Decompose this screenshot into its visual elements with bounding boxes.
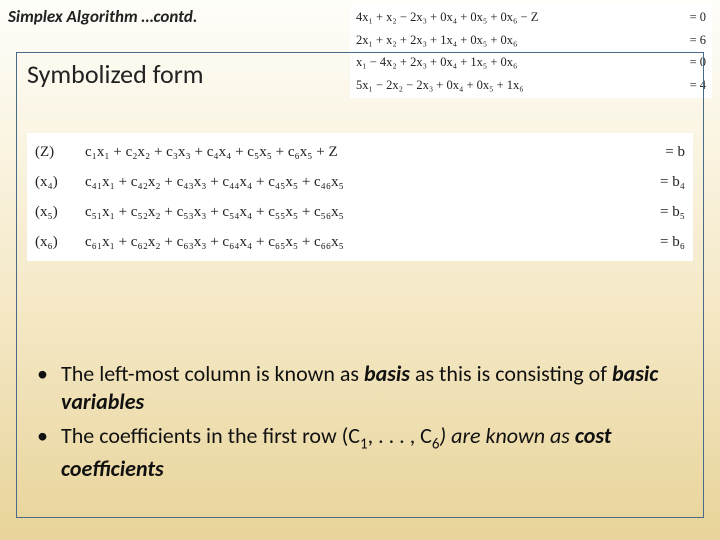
sym-rhs: = b₅ (630, 197, 685, 227)
symbolized-row: (x₆) c₆₁x₁ + c₆₂x₂ + c₆₃x₃ + c₆₄x₄ + c₆₅… (35, 227, 685, 257)
sym-expr: c₅₁x₁ + c₅₂x₂ + c₅₃x₃ + c₅₄x₄ + c₅₅x₅ + … (85, 197, 630, 227)
note-text: The coefficients in the first row (C1, .… (61, 422, 683, 483)
bullet-icon: • (37, 360, 61, 416)
note-fragment: , . . . , C (368, 422, 432, 449)
bullet-icon: • (37, 422, 61, 483)
subheading: Symbolized form (27, 58, 204, 90)
sym-rhs: = b (630, 137, 685, 167)
note-item: • The left-most column is known as basis… (37, 360, 683, 416)
note-sub: 1 (360, 436, 368, 454)
top-eq-lhs: 4x₁ + x₂ − 2x₃ + 0x₄ + 0x₅ + 0x₆ − Z (356, 6, 538, 29)
note-text: The left-most column is known as basis a… (61, 360, 683, 416)
top-eq-row: 2x₁ + x₂ + 2x₃ + 1x₄ + 0x₅ + 0x₆ = 6 (356, 29, 706, 52)
slide: Simplex Algorithm …contd. 4x₁ + x₂ − 2x₃… (0, 0, 720, 540)
note-sub: 6 (432, 436, 440, 454)
sym-rhs: = b₆ (630, 227, 685, 257)
note-fragment: ) are known as (440, 422, 575, 449)
symbolized-row: (Z) c₁x₁ + c₂x₂ + c₃x₃ + c₄x₄ + c₅x₅ + c… (35, 137, 685, 167)
note-fragment: The coefficients in the first row (C (61, 422, 360, 449)
slide-title: Simplex Algorithm …contd. (8, 6, 197, 27)
sym-label: (x₄) (35, 167, 85, 197)
content-frame: Symbolized form (Z) c₁x₁ + c₂x₂ + c₃x₃ +… (16, 52, 704, 518)
sym-label: (Z) (35, 137, 85, 167)
note-bold: basis (364, 360, 410, 387)
sym-expr: c₆₁x₁ + c₆₂x₂ + c₆₃x₃ + c₆₄x₄ + c₆₅x₅ + … (85, 227, 630, 257)
note-fragment: as this is consisting of (410, 360, 612, 387)
sym-expr: c₄₁x₁ + c₄₂x₂ + c₄₃x₃ + c₄₄x₄ + c₄₅x₅ + … (85, 167, 630, 197)
sym-label: (x₅) (35, 197, 85, 227)
sym-rhs: = b₄ (630, 167, 685, 197)
note-item: • The coefficients in the first row (C1,… (37, 422, 683, 483)
top-eq-rhs: = 0 (690, 6, 706, 29)
sym-label: (x₆) (35, 227, 85, 257)
top-eq-lhs: 2x₁ + x₂ + 2x₃ + 1x₄ + 0x₅ + 0x₆ (356, 29, 517, 52)
note-fragment: The left-most column is known as (61, 360, 364, 387)
top-eq-row: 4x₁ + x₂ − 2x₃ + 0x₄ + 0x₅ + 0x₆ − Z = 0 (356, 6, 706, 29)
top-eq-rhs: = 6 (690, 29, 706, 52)
symbolized-row: (x₅) c₅₁x₁ + c₅₂x₂ + c₅₃x₃ + c₅₄x₄ + c₅₅… (35, 197, 685, 227)
notes-list: • The left-most column is known as basis… (37, 360, 683, 489)
symbolized-box: (Z) c₁x₁ + c₂x₂ + c₃x₃ + c₄x₄ + c₅x₅ + c… (27, 133, 693, 261)
symbolized-row: (x₄) c₄₁x₁ + c₄₂x₂ + c₄₃x₃ + c₄₄x₄ + c₄₅… (35, 167, 685, 197)
sym-expr: c₁x₁ + c₂x₂ + c₃x₃ + c₄x₄ + c₅x₅ + c₆x₅ … (85, 137, 630, 167)
